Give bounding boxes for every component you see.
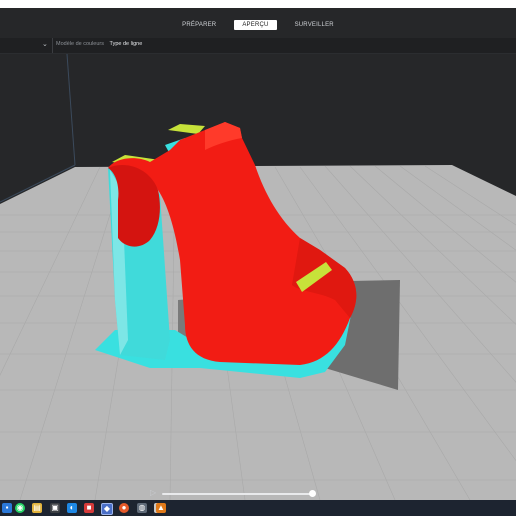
whatsapp-icon[interactable]: ◉ [15, 503, 25, 513]
layer-slider-track[interactable] [162, 493, 312, 495]
build-volume-edge [66, 54, 76, 166]
color-model-value: Type de ligne [109, 41, 143, 47]
3d-viewport[interactable] [0, 54, 516, 500]
photos-icon[interactable]: ■ [84, 503, 94, 513]
file-explorer-icon[interactable]: ▤ [32, 503, 42, 513]
color-scheme-selector[interactable]: Modèle de couleurs Type de ligne [56, 41, 142, 47]
chrome-icon[interactable]: ◍ [137, 503, 147, 513]
view-type-dropdown[interactable]: ⌄ [0, 38, 53, 53]
tab-prepare[interactable]: PRÉPARER [174, 20, 224, 30]
color-model-label: Modèle de couleurs [56, 41, 105, 47]
tab-preview[interactable]: APERÇU [234, 20, 277, 30]
app-header: PRÉPARER APERÇU SURVEILLER [0, 8, 516, 39]
stage-tabs: PRÉPARER APERÇU SURVEILLER [0, 20, 516, 30]
cura-icon[interactable]: ◆ [101, 503, 113, 515]
tab-monitor[interactable]: SURVEILLER [287, 20, 342, 30]
viewport-scene [0, 54, 516, 500]
store-icon[interactable]: ▣ [50, 503, 60, 513]
play-icon[interactable]: ▷ [150, 488, 156, 497]
view-toolbar: ⌄ Modèle de couleurs Type de ligne [0, 38, 516, 54]
settings-icon[interactable]: ● [119, 503, 129, 513]
edge-icon[interactable]: ◐ [67, 503, 77, 513]
windows-taskbar: ▪ ◉ ▤ ▣ ◐ ■ ◆ ● ◍ ▭ ▲ [0, 500, 516, 516]
screen-top-edge [0, 0, 516, 8]
layer-playback: ▷ [150, 488, 320, 500]
slicer-icon[interactable]: ▲ [156, 503, 166, 513]
layer-slider-handle[interactable] [308, 490, 316, 497]
windows-icon[interactable]: ▪ [2, 503, 12, 513]
chevron-down-icon: ⌄ [42, 41, 48, 48]
